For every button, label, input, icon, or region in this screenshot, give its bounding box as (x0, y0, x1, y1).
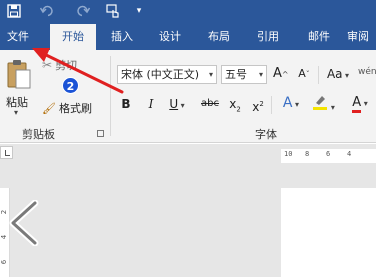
step-number-badge: 2 (62, 77, 79, 94)
annotation-arrow (32, 48, 124, 94)
